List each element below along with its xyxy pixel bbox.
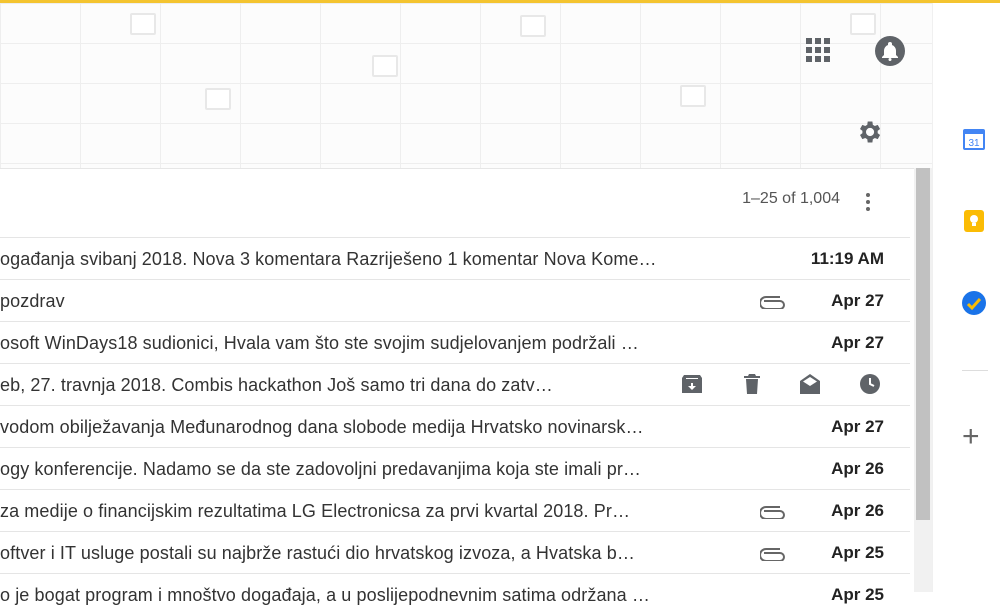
scrollbar-thumb[interactable]: [916, 168, 930, 520]
pagination-label[interactable]: 1–25 of 1,004: [690, 190, 840, 208]
email-row[interactable]: ogy konferencije. Nadamo se da ste zadov…: [0, 447, 910, 489]
hover-actions: [680, 372, 890, 398]
decor-chip: [680, 85, 706, 107]
email-snippet: osoft WinDays18 sudionici, Hvala vam što…: [0, 333, 639, 353]
themed-header: [0, 3, 932, 169]
settings-gear-icon[interactable]: [855, 118, 883, 146]
email-row[interactable]: pozdrav Apr 27: [0, 279, 910, 321]
mark-as-read-icon[interactable]: [798, 372, 822, 396]
email-row-hovered[interactable]: eb, 27. travnja 2018. Combis hackathon J…: [0, 363, 910, 405]
email-snippet: o je bogat program i mnoštvo događaja, a…: [0, 585, 650, 605]
decor-chip: [372, 55, 398, 77]
tasks-icon[interactable]: [961, 290, 987, 316]
email-row[interactable]: za medije o financijskim rezultatima LG …: [0, 489, 910, 531]
email-snippet: ogađanja svibanj 2018. Nova 3 komentara …: [0, 249, 657, 269]
email-date: Apr 25: [831, 585, 884, 604]
email-snippet: eb, 27. travnja 2018. Combis hackathon J…: [0, 375, 553, 395]
svg-text:31: 31: [968, 138, 980, 149]
email-list: ogađanja svibanj 2018. Nova 3 komentara …: [0, 237, 910, 615]
add-icon[interactable]: +: [962, 422, 980, 452]
attachment-icon: [760, 506, 785, 519]
email-date: Apr 25: [831, 543, 884, 562]
decor-chip: [850, 13, 876, 35]
email-row[interactable]: osoft WinDays18 sudionici, Hvala vam što…: [0, 321, 910, 363]
attachment-icon: [760, 296, 785, 309]
decor-chip: [520, 15, 546, 37]
email-date: Apr 27: [831, 417, 884, 436]
delete-icon[interactable]: [740, 372, 764, 396]
side-panel-divider: [962, 370, 988, 371]
calendar-icon[interactable]: 31: [961, 126, 987, 152]
keep-icon[interactable]: [961, 208, 987, 234]
snooze-icon[interactable]: [858, 372, 882, 396]
archive-icon[interactable]: [680, 372, 704, 396]
more-options-icon[interactable]: [860, 190, 876, 216]
decor-chip: [205, 88, 231, 110]
email-date: Apr 26: [831, 459, 884, 478]
attachment-icon: [760, 548, 785, 561]
email-date: 11:19 AM: [810, 249, 884, 268]
email-snippet: vodom obilježavanja Međunarodnog dana sl…: [0, 417, 644, 437]
email-snippet: ogy konferencije. Nadamo se da ste zadov…: [0, 459, 642, 479]
email-row[interactable]: oftver i IT usluge postali su najbrže ra…: [0, 531, 910, 573]
email-date: Apr 26: [831, 501, 884, 520]
notifications-bell-icon[interactable]: [875, 36, 905, 66]
apps-grid-icon[interactable]: [806, 38, 830, 62]
email-date: Apr 27: [831, 291, 884, 310]
email-snippet: pozdrav: [0, 291, 65, 311]
email-row[interactable]: ogađanja svibanj 2018. Nova 3 komentara …: [0, 237, 910, 279]
email-row[interactable]: vodom obilježavanja Međunarodnog dana sl…: [0, 405, 910, 447]
email-date: Apr 27: [831, 333, 884, 352]
email-snippet: oftver i IT usluge postali su najbrže ra…: [0, 543, 635, 563]
decor-chip: [130, 13, 156, 35]
email-snippet: za medije o financijskim rezultatima LG …: [0, 501, 631, 521]
email-row[interactable]: o je bogat program i mnoštvo događaja, a…: [0, 573, 910, 615]
